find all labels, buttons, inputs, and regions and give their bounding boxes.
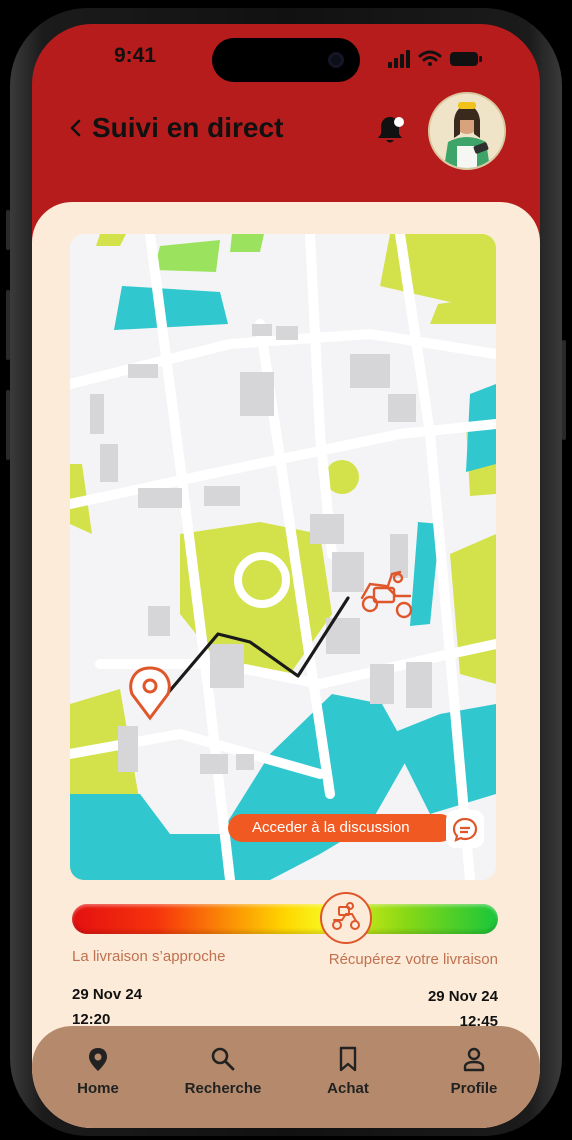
progress-knob[interactable]: [320, 892, 372, 944]
dynamic-island: [212, 38, 360, 82]
nav-label-home: Home: [77, 1080, 119, 1097]
end-date: 29 Nov 24: [427, 988, 498, 1005]
nav-item-profile[interactable]: Profile: [446, 1046, 502, 1097]
chat-bubble-icon[interactable]: [446, 810, 484, 848]
nav-label-recherche: Recherche: [184, 1080, 262, 1097]
status-icons: [388, 50, 482, 68]
map-illustration: [70, 234, 496, 880]
search-icon: [211, 1047, 235, 1071]
wifi-icon: [418, 50, 442, 66]
delivery-progress-bar: [72, 904, 498, 934]
nav-item-home[interactable]: Home: [76, 1046, 120, 1097]
bottom-nav: Home Recherche Achat Profile: [32, 1026, 540, 1128]
volume-up-button: [6, 290, 10, 360]
scooter-icon: [332, 902, 360, 930]
volume-down-button: [6, 390, 10, 460]
page-title: Suivi en direct: [92, 112, 284, 143]
open-chat-button[interactable]: Acceder à la discussion: [228, 814, 454, 842]
start-date: 29 Nov 24: [72, 986, 143, 1003]
back-icon[interactable]: [64, 116, 88, 140]
bookmark-icon: [339, 1046, 357, 1072]
status-time: 9:41: [114, 44, 157, 67]
location-pin-icon: [89, 1048, 107, 1071]
nav-label-profile: Profile: [450, 1080, 498, 1097]
nav-label-achat: Achat: [327, 1080, 369, 1097]
nav-item-achat[interactable]: Achat: [322, 1046, 374, 1097]
nav-item-recherche[interactable]: Recherche: [182, 1046, 264, 1097]
bell-icon[interactable]: [372, 112, 408, 148]
status-bar: 9:41: [32, 24, 540, 94]
avatar[interactable]: [428, 92, 506, 170]
progress-right-label: Récupérez votre livraison: [328, 951, 498, 968]
notification-dot: [394, 117, 404, 127]
delivery-map[interactable]: [70, 234, 496, 880]
battery-icon: [450, 52, 482, 66]
signal-icon: [388, 50, 410, 68]
mute-switch: [6, 210, 10, 250]
progress-left-label: La livraison s’approche: [72, 948, 226, 965]
power-button: [562, 340, 566, 440]
person-icon: [463, 1047, 485, 1072]
screen: 9:41 Suivi en direct Acceder à la discus…: [32, 24, 540, 1128]
